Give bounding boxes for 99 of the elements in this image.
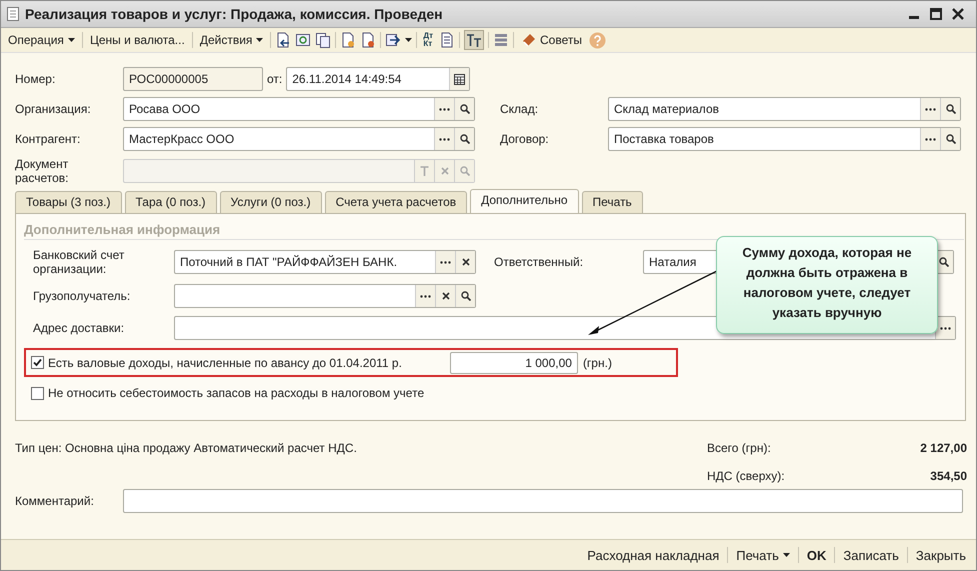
document-arrow-icon[interactable] bbox=[275, 32, 292, 48]
close-icon bbox=[442, 292, 450, 300]
dots-icon bbox=[925, 108, 936, 110]
input-field[interactable]: Поточний в ПАТ "РАЙФФАЙЗЕН БАНК. bbox=[174, 250, 476, 274]
input-field[interactable]: Склад материалов bbox=[608, 97, 961, 121]
select-button[interactable] bbox=[435, 251, 455, 273]
select-button[interactable] bbox=[434, 128, 454, 150]
checkbox-box[interactable] bbox=[31, 386, 44, 400]
calendar-button[interactable] bbox=[449, 68, 470, 90]
date-field[interactable]: 26.11.2014 14:49:54 bbox=[286, 67, 470, 91]
dots-icon bbox=[925, 138, 936, 140]
search-icon bbox=[946, 134, 956, 144]
caret-icon bbox=[405, 38, 412, 42]
field-label: Комментарий: bbox=[15, 494, 95, 508]
field-label: Грузополучатель: bbox=[33, 289, 132, 303]
tab[interactable]: Услуги (0 поз.) bbox=[220, 191, 322, 213]
hint-tooltip: Сумму дохода, которая не должна быть отражена в налоговом учете, следует указать вручную bbox=[716, 236, 938, 334]
search-icon bbox=[460, 104, 470, 114]
search-icon bbox=[460, 166, 470, 176]
caret-icon bbox=[782, 553, 790, 557]
dots-icon bbox=[439, 138, 450, 140]
footer-button[interactable]: Расходная накладная bbox=[585, 546, 722, 564]
rows-icon[interactable] bbox=[493, 32, 510, 48]
search-button[interactable] bbox=[940, 128, 960, 150]
search-button[interactable] bbox=[940, 98, 960, 120]
clear-button[interactable] bbox=[455, 251, 475, 273]
search-icon bbox=[946, 104, 956, 114]
dots-icon bbox=[940, 326, 951, 330]
field-label: Номер: bbox=[15, 72, 56, 86]
t-icon bbox=[420, 166, 429, 176]
price-type-text: Тип цен: Основна ціна продажу Автоматический расчет НДС. bbox=[15, 441, 358, 455]
dots-icon bbox=[420, 294, 431, 298]
input-field[interactable]: МастерКрасс ООО bbox=[123, 127, 475, 151]
dots-icon bbox=[440, 260, 451, 264]
checkbox[interactable]: Есть валовые доходы, начисленные по авансу до 01.04.2011 р. bbox=[31, 356, 402, 370]
caret-icon bbox=[68, 38, 75, 42]
menu-button[interactable]: Цены и валюта... bbox=[86, 31, 188, 49]
tab[interactable]: Дополнительно bbox=[470, 189, 578, 214]
select-button[interactable] bbox=[920, 128, 940, 150]
menu-button[interactable]: Операция bbox=[5, 31, 78, 49]
maximize-button[interactable] bbox=[930, 8, 942, 20]
menu-button[interactable]: Действия bbox=[196, 31, 266, 49]
tips-button[interactable]: Советы bbox=[518, 30, 585, 50]
input-field[interactable]: РОС00000005 bbox=[123, 67, 263, 91]
select-button[interactable] bbox=[415, 285, 435, 307]
total-label: НДС (сверху): bbox=[707, 469, 786, 483]
select-button[interactable] bbox=[920, 98, 940, 120]
input-field[interactable]: Поставка товаров bbox=[608, 127, 961, 151]
footer-button[interactable]: Печать bbox=[734, 546, 792, 564]
select-button[interactable] bbox=[935, 317, 955, 339]
document-icon bbox=[7, 7, 19, 21]
tab[interactable]: Счета учета расчетов bbox=[324, 191, 468, 213]
dots-icon bbox=[439, 108, 450, 110]
input-field[interactable] bbox=[174, 284, 476, 308]
field-label: Организация: bbox=[15, 102, 92, 116]
field-label: Договор: bbox=[500, 132, 550, 146]
field-label: Банковский счет организации: bbox=[33, 248, 126, 276]
total-label: Всего (грн): bbox=[707, 441, 772, 455]
footer-button[interactable]: Закрыть bbox=[914, 546, 968, 564]
tab[interactable]: Товары (3 поз.) bbox=[15, 191, 122, 213]
amount-field[interactable]: 1 000,00 bbox=[450, 352, 578, 374]
close-icon bbox=[440, 167, 448, 175]
select-button[interactable] bbox=[434, 98, 454, 120]
tab[interactable]: Тара (0 поз.) bbox=[124, 191, 217, 213]
document-coins-icon[interactable] bbox=[360, 32, 376, 48]
footer-button[interactable]: Записать bbox=[841, 546, 901, 564]
field-label: Документ расчетов: bbox=[15, 157, 70, 185]
ledger-button[interactable]: Дт Кт bbox=[421, 32, 436, 48]
list-icon[interactable] bbox=[439, 32, 456, 48]
tab[interactable]: Печать bbox=[582, 191, 643, 213]
unit-label: (грн.) bbox=[582, 356, 612, 370]
calendar-icon bbox=[454, 74, 466, 84]
footer-button[interactable]: OK bbox=[804, 546, 828, 564]
caret-icon bbox=[256, 38, 264, 42]
search-button[interactable] bbox=[454, 98, 474, 120]
field-label: Адрес доставки: bbox=[33, 321, 126, 335]
search-icon bbox=[938, 257, 948, 267]
refresh-icon[interactable] bbox=[295, 32, 312, 48]
field-label: Контрагент: bbox=[15, 132, 82, 146]
copy-icon[interactable] bbox=[315, 32, 332, 48]
search-button[interactable] bbox=[454, 128, 474, 150]
comment-field[interactable] bbox=[123, 489, 963, 513]
clear-button[interactable] bbox=[435, 285, 455, 307]
input-field[interactable]: Росава ООО bbox=[123, 97, 475, 121]
field-label: Склад: bbox=[500, 102, 540, 116]
close-icon bbox=[462, 258, 470, 266]
total-value: 354,50 bbox=[929, 469, 967, 483]
total-value: 2 127,00 bbox=[919, 441, 967, 455]
search-icon bbox=[460, 291, 470, 301]
checkbox-box[interactable] bbox=[31, 356, 44, 369]
search-button[interactable] bbox=[455, 285, 475, 307]
document-coins-icon[interactable] bbox=[340, 32, 356, 48]
field-label: Ответственный: bbox=[494, 255, 584, 269]
checkbox[interactable]: Не относить себестоимость запасов на расходы в налоговом учете bbox=[31, 386, 424, 400]
window-title: Реализация товаров и услуг: Продажа, комиссия. Проведен bbox=[25, 6, 444, 22]
close-button[interactable] bbox=[952, 8, 964, 20]
search-icon bbox=[460, 134, 470, 144]
arrow-icon[interactable] bbox=[385, 32, 402, 48]
field-label: от: bbox=[267, 72, 282, 86]
